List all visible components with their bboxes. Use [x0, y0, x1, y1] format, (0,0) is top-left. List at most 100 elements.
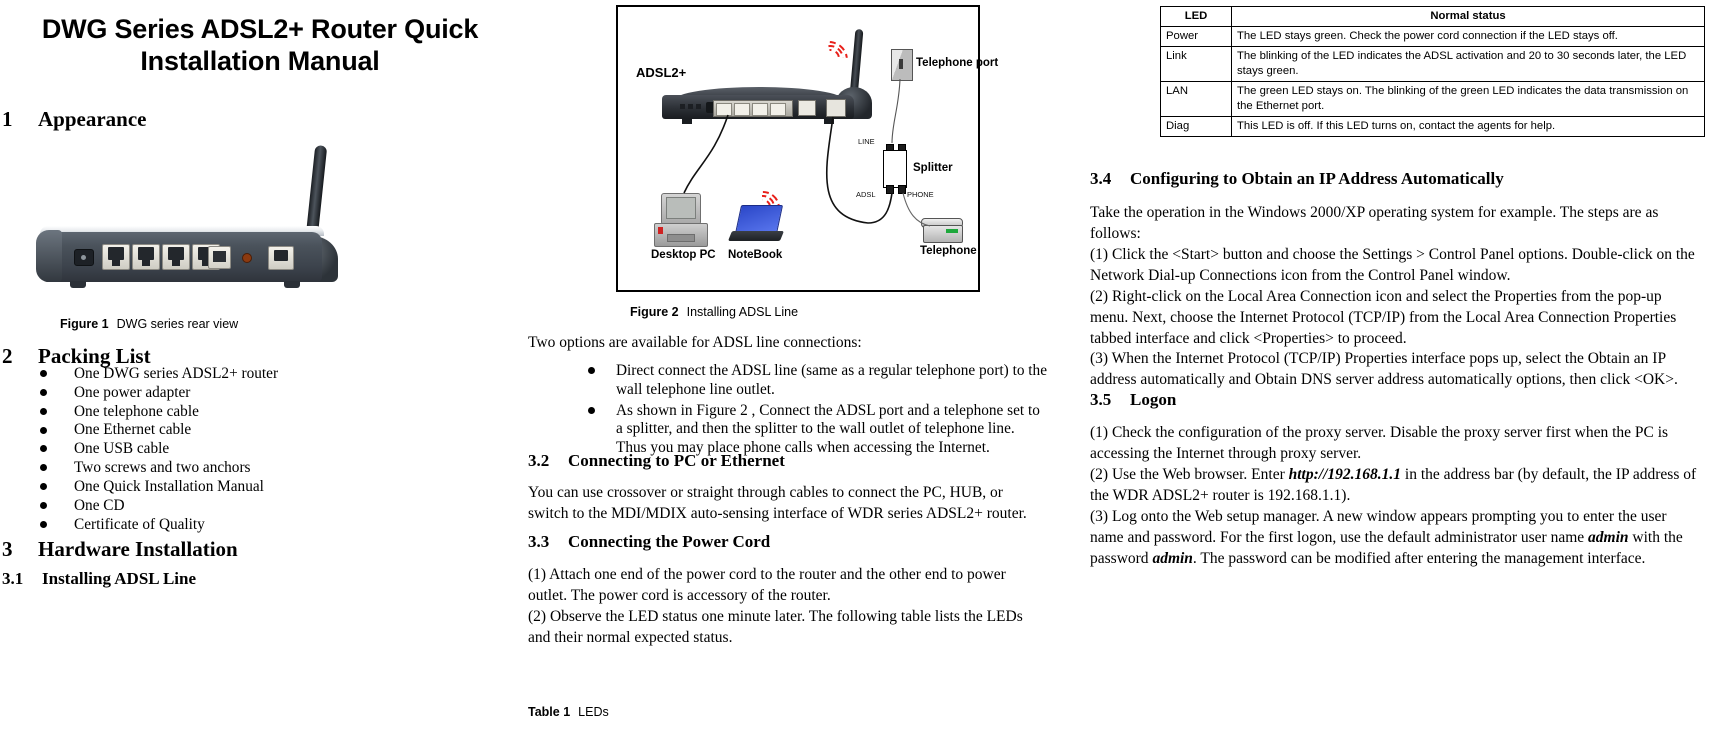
right-column: LED Normal status Power The LED stays gr…: [1060, 0, 1717, 733]
list-item: One power adapter: [2, 384, 502, 403]
list-item-label: Direct connect the ADSL line (same as a …: [616, 362, 1047, 398]
section-3-4-heading: 3.4 Configuring to Obtain an IP Address A…: [1090, 169, 1504, 189]
section-3-5-number: 3.5: [1090, 390, 1112, 409]
cell-led-status: This LED is off. If this LED turns on, c…: [1231, 116, 1705, 138]
list-item-label: One CD: [74, 496, 125, 514]
table-row: Power The LED stays green. Check the pow…: [1160, 26, 1705, 48]
list-item-label: One USB cable: [74, 440, 170, 458]
column-header-normal-status: Normal status: [1231, 5, 1705, 28]
left-column: DWG Series ADSL2+ Router Quick Installat…: [0, 0, 520, 733]
list-item-label: As shown in Figure 2 , Connect the ADSL …: [616, 401, 1040, 457]
table-row: LAN The green LED stays on. The blinking…: [1160, 81, 1705, 118]
dc-power-jack: [74, 249, 94, 266]
section-3-5-para-3: (3) Log onto the Web setup manager. A ne…: [1090, 507, 1702, 570]
section-1-number: 1: [2, 107, 13, 131]
manual-page: DWG Series ADSL2+ Router Quick Installat…: [0, 0, 1717, 733]
section-3-1-number: 3.1: [2, 569, 24, 588]
cell-led-name: Power: [1160, 26, 1232, 48]
bullet-icon: [588, 406, 595, 414]
cell-led-status: The green LED stays on. The blinking of …: [1231, 81, 1705, 118]
section-3-label: Hardware Installation: [38, 537, 238, 561]
page-title: DWG Series ADSL2+ Router Quick Installat…: [41, 14, 479, 76]
section-3-5-para-2: (2) Use the Web browser. Enter http://19…: [1090, 465, 1702, 507]
figure-2-label: Figure 2: [630, 305, 679, 319]
section-3-4-label: Configuring to Obtain an IP Address Auto…: [1130, 169, 1504, 188]
table-1-caption-text: LEDs: [578, 705, 609, 719]
figure-1-caption: Figure 1 DWG series rear view: [60, 317, 238, 331]
reset-button-icon: [242, 253, 252, 263]
section-3-4-para-3: (2) Right-click on the Local Area Connec…: [1090, 287, 1677, 347]
table-1-caption: Table 1 LEDs: [528, 705, 609, 719]
figure-2-caption-text: Installing ADSL Line: [686, 305, 799, 319]
led-status-table: LED Normal status Power The LED stays gr…: [1160, 5, 1705, 138]
list-item: One CD: [2, 497, 502, 516]
adsl-options-list: Direct connect the ADSL line (same as a …: [528, 362, 1048, 458]
list-item: One Quick Installation Manual: [2, 478, 502, 497]
figure-1-caption-text: DWG series rear view: [116, 317, 239, 331]
lan-port-3: [132, 244, 160, 270]
cell-led-name: LAN: [1160, 81, 1232, 118]
adsl-options-intro: Two options are available for ADSL line …: [528, 334, 862, 351]
table-header-row: LED Normal status: [1160, 5, 1705, 28]
list-item: Two screws and two anchors: [2, 459, 502, 478]
section-1-heading: 1 Appearance: [2, 107, 147, 131]
list-item: As shown in Figure 2 , Connect the ADSL …: [528, 402, 1048, 458]
router-rear-view-illustration: [28, 140, 358, 305]
para-2-text-a: (2) Use the Web browser. Enter: [1090, 465, 1289, 483]
bullet-icon: [40, 370, 47, 378]
figure-1-label: Figure 1: [60, 317, 109, 331]
list-item: One DWG series ADSL2+ router: [2, 365, 502, 384]
section-3-5-heading: 3.5 Logon: [1090, 390, 1177, 410]
para-3-text-a: (3) Log onto the Web setup manager. A ne…: [1090, 507, 1667, 546]
bullet-icon: [40, 389, 47, 396]
para-3-text-c: . The password can be modified after ent…: [1192, 549, 1646, 567]
section-3-2-number: 3.2: [528, 451, 550, 470]
bullet-icon: [40, 483, 47, 491]
section-3-5-label: Logon: [1130, 390, 1177, 409]
bullet-icon: [588, 367, 595, 375]
table-1-label: Table 1: [528, 705, 571, 719]
section-3-3-para-2: (2) Observe the LED status one minute la…: [528, 607, 1023, 646]
list-item: One telephone cable: [2, 403, 502, 422]
list-item: Certificate of Quality: [2, 516, 502, 535]
list-item-label: One DWG series ADSL2+ router: [74, 365, 279, 382]
list-item: One Ethernet cable: [2, 421, 502, 440]
middle-column: ADSL2+ Telephone port LINE Splitter ADSL…: [520, 0, 1050, 733]
cell-led-status: The blinking of the LED indicates the AD…: [1231, 46, 1705, 83]
adsl-installation-diagram: ADSL2+ Telephone port LINE Splitter ADSL…: [618, 7, 998, 290]
section-3-3-heading: 3.3 Connecting the Power Cord: [528, 532, 770, 552]
section-3-3-body: (1) Attach one end of the power cord to …: [528, 565, 1044, 649]
table-row: Diag This LED is off. If this LED turns …: [1160, 116, 1705, 138]
bullet-icon: [40, 445, 47, 453]
list-item-label: One Ethernet cable: [74, 421, 192, 439]
section-3-4-para-4: (3) When the Internet Protocol (TCP/IP) …: [1090, 350, 1678, 389]
list-item-label: One power adapter: [74, 383, 191, 401]
lan-port-2: [162, 244, 190, 270]
lan-port-4: [102, 244, 130, 270]
section-3-5-body: (1) Check the configuration of the proxy…: [1090, 423, 1702, 569]
section-3-3-number: 3.3: [528, 532, 550, 551]
section-3-number: 3: [2, 537, 13, 561]
bullet-icon: [40, 426, 47, 434]
bullet-icon: [40, 464, 47, 472]
section-3-5-para-1: (1) Check the configuration of the proxy…: [1090, 424, 1669, 462]
router-foot-right: [284, 281, 300, 288]
section-3-3-para-1: (1) Attach one end of the power cord to …: [528, 566, 1006, 604]
list-item-label: One Quick Installation Manual: [74, 477, 264, 495]
table-row: Link The blinking of the LED indicates t…: [1160, 46, 1705, 83]
figure-2-image: ADSL2+ Telephone port LINE Splitter ADSL…: [616, 5, 998, 292]
section-3-2-label: Connecting to PC or Ethernet: [568, 451, 785, 470]
list-item-label: One telephone cable: [74, 402, 199, 420]
packing-list: One DWG series ADSL2+ router One power a…: [2, 365, 502, 534]
list-item-label: Certificate of Quality: [74, 515, 205, 533]
router-left-cap: [36, 230, 62, 282]
cell-led-name: Diag: [1160, 116, 1232, 138]
default-password: admin: [1152, 549, 1193, 567]
figure-2-caption: Figure 2 Installing ADSL Line: [630, 305, 798, 319]
cell-led-status: The LED stays green. Check the power cor…: [1231, 26, 1705, 48]
section-3-4-number: 3.4: [1090, 169, 1112, 188]
bullet-icon: [40, 501, 47, 509]
bullet-icon: [40, 407, 47, 415]
figure-1-image: [28, 140, 358, 305]
section-3-2-body: You can use crossover or straight throug…: [528, 484, 1027, 522]
